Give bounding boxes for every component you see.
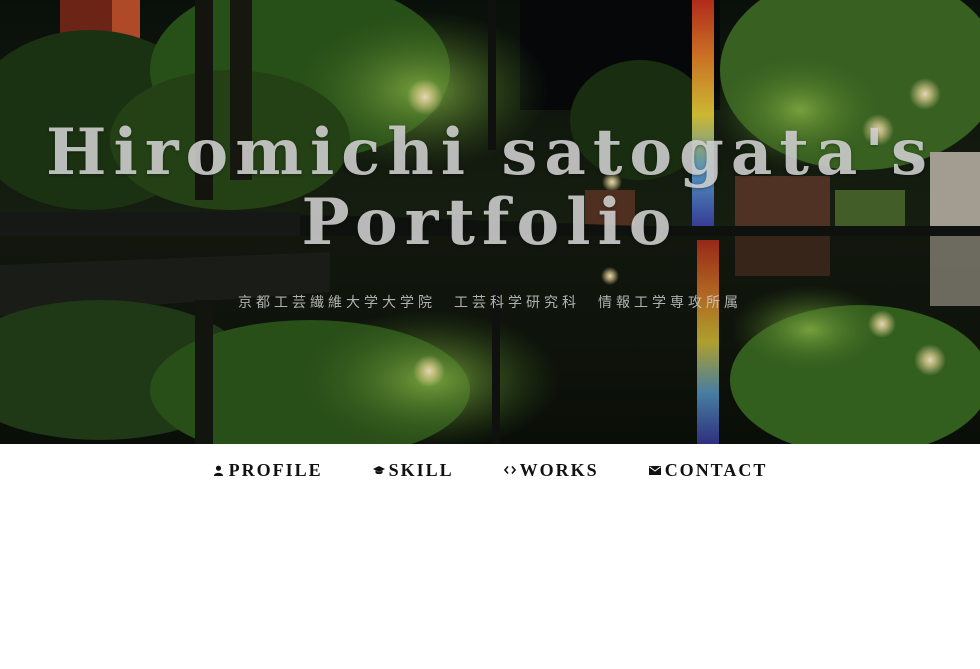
envelope-icon — [648, 464, 661, 476]
code-icon — [503, 464, 516, 476]
nav-label-skill: SKILL — [388, 459, 454, 480]
site-title-line1: Hiromichi satogata's — [46, 115, 934, 190]
person-icon — [213, 464, 225, 476]
graduation-cap-icon — [372, 464, 385, 476]
nav-item-skill[interactable]: SKILL — [372, 459, 454, 481]
nav-label-works: WORKS — [519, 459, 599, 480]
main-navigation: PROFILE SKILL WORKS CONTACT — [0, 444, 980, 496]
hero-section: Hiromichi satogata's Portfolio 京都工芸繊維大学大… — [0, 0, 980, 444]
site-title: Hiromichi satogata's Portfolio — [0, 118, 980, 258]
nav-label-profile: PROFILE — [228, 459, 323, 480]
nav-item-works[interactable]: WORKS — [503, 459, 599, 481]
nav-item-profile[interactable]: PROFILE — [213, 460, 323, 481]
affiliation-subtitle: 京都工芸繊維大学大学院 工芸科学研究科 情報工学専攻所属 — [238, 295, 742, 311]
site-title-line2: Portfolio — [301, 185, 679, 260]
nav-item-contact[interactable]: CONTACT — [648, 459, 768, 481]
nav-label-contact: CONTACT — [664, 459, 768, 480]
